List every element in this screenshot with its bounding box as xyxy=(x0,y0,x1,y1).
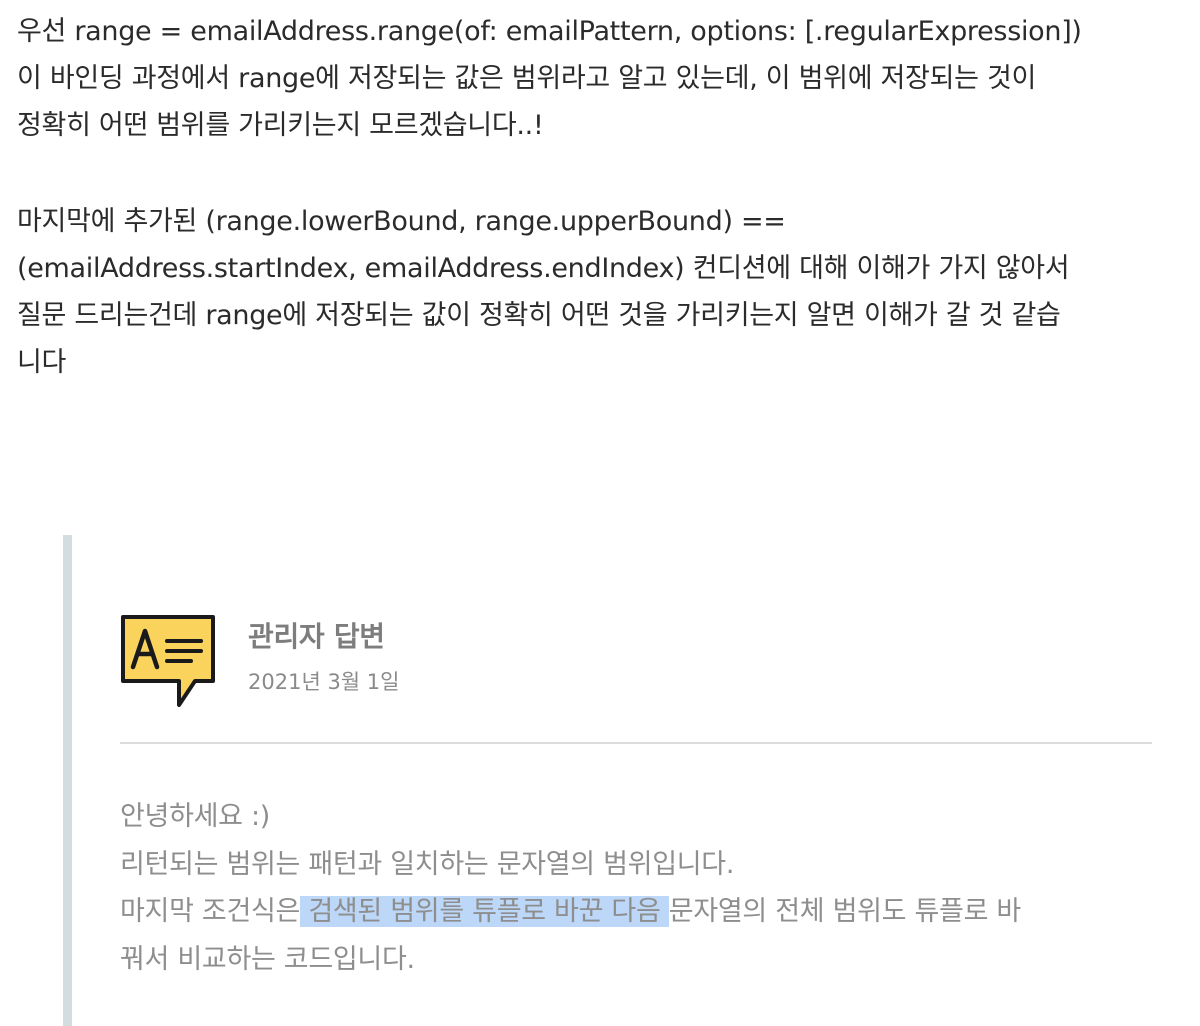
question-line: 이 바인딩 과정에서 range에 저장되는 값은 범위라고 알고 있는데, 이… xyxy=(17,63,1037,94)
question-line: (emailAddress.startIndex, emailAddress.e… xyxy=(17,253,1070,284)
answer-line: 꿔서 비교하는 코드입니다. xyxy=(120,943,415,975)
question-text: 우선 range = emailAddress.range(of: emailP… xyxy=(17,8,1192,386)
question-line: 마지막에 추가된 (range.lowerBound, range.upperB… xyxy=(17,206,786,237)
answer-body: 안녕하세요 :) 리턴되는 범위는 패턴과 일치하는 문자열의 범위입니다. 마… xyxy=(120,793,1170,983)
quote-bar xyxy=(63,535,72,1026)
admin-answer-block: 관리자 답변 2021년 3월 1일 안녕하세요 :) 리턴되는 범위는 패턴과… xyxy=(63,535,1173,1026)
answer-line: 리턴되는 범위는 패턴과 일치하는 문자열의 범위입니다. xyxy=(120,848,735,880)
selected-text: 검색된 범위를 튜플로 바꾼 다음 xyxy=(300,896,669,927)
answer-text-segment: 마지막 조건식은 xyxy=(120,896,301,927)
question-line: 정확히 어떤 범위를 가리키는지 모르겠습니다..! xyxy=(17,110,544,141)
question-line: 우선 range = emailAddress.range(of: emailP… xyxy=(17,16,1082,47)
answer-line: 안녕하세요 :) xyxy=(120,801,271,832)
answer-title: 관리자 답변 xyxy=(248,620,385,653)
answer-date: 2021년 3월 1일 xyxy=(248,670,400,694)
question-line: 질문 드리는건데 range에 저장되는 값이 정확히 어떤 것을 가리키는지 … xyxy=(17,300,1061,331)
answer-line: 마지막 조건식은 검색된 범위를 튜플로 바꾼 다음 문자열의 전체 범위도 튜… xyxy=(120,888,1170,936)
question-line: 니다 xyxy=(17,347,67,378)
speech-bubble-text-icon xyxy=(119,613,217,711)
divider xyxy=(120,742,1152,744)
answer-text-segment: 문자열의 전체 범위도 튜플로 바 xyxy=(668,896,1021,927)
